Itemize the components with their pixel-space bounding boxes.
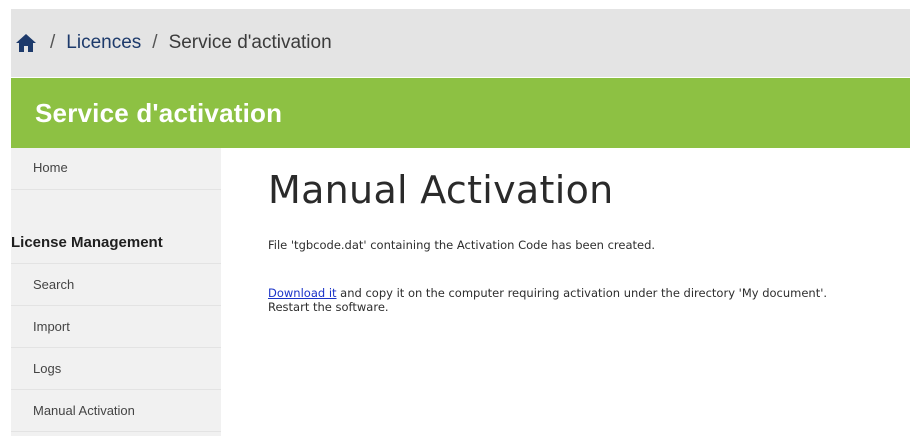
banner-title: Service d'activation (35, 97, 283, 128)
restart-instructions-text: Restart the software. (268, 300, 389, 314)
sidebar-item-label: Manual Activation (33, 403, 135, 418)
sidebar-item-manual-activation[interactable]: Manual Activation (11, 390, 221, 432)
breadcrumb-current: Service d'activation (168, 32, 332, 53)
sidebar-item-logs[interactable]: Logs (11, 348, 221, 390)
activation-created-message: File 'tgbcode.dat' containing the Activa… (268, 238, 656, 252)
home-icon[interactable] (13, 31, 39, 55)
sidebar-item-import[interactable]: Import (11, 306, 221, 348)
sidebar-item-home[interactable]: Home (11, 148, 221, 190)
sidebar-item-label: Search (33, 277, 75, 292)
main-content: Manual Activation File 'tgbcode.dat' con… (221, 148, 910, 436)
page-banner: Service d'activation (11, 78, 910, 148)
sidebar-item-search[interactable]: Search (11, 264, 221, 306)
sidebar-item-label: Logs (33, 361, 62, 376)
sidebar-section-title: License Management (11, 222, 221, 264)
breadcrumb: / Licences / Service d'activation (11, 9, 910, 77)
breadcrumb-separator: / (152, 32, 158, 53)
section-title-text: License Management (11, 234, 163, 251)
download-instructions-text: and copy it on the computer requiring ac… (336, 286, 828, 300)
sidebar: Home License Management Search Import Lo… (11, 148, 221, 436)
download-instructions: Download it and copy it on the computer … (268, 286, 908, 314)
sidebar-item-label: Import (33, 319, 70, 334)
page: / Licences / Service d'activation Servic… (0, 0, 910, 436)
breadcrumb-licences-link[interactable]: Licences (66, 32, 141, 54)
sidebar-item-label: Home (33, 160, 68, 175)
window-edge (0, 0, 11, 436)
breadcrumb-separator: / (50, 32, 56, 53)
download-link[interactable]: Download it (268, 286, 337, 300)
page-title: Manual Activation (268, 168, 614, 212)
